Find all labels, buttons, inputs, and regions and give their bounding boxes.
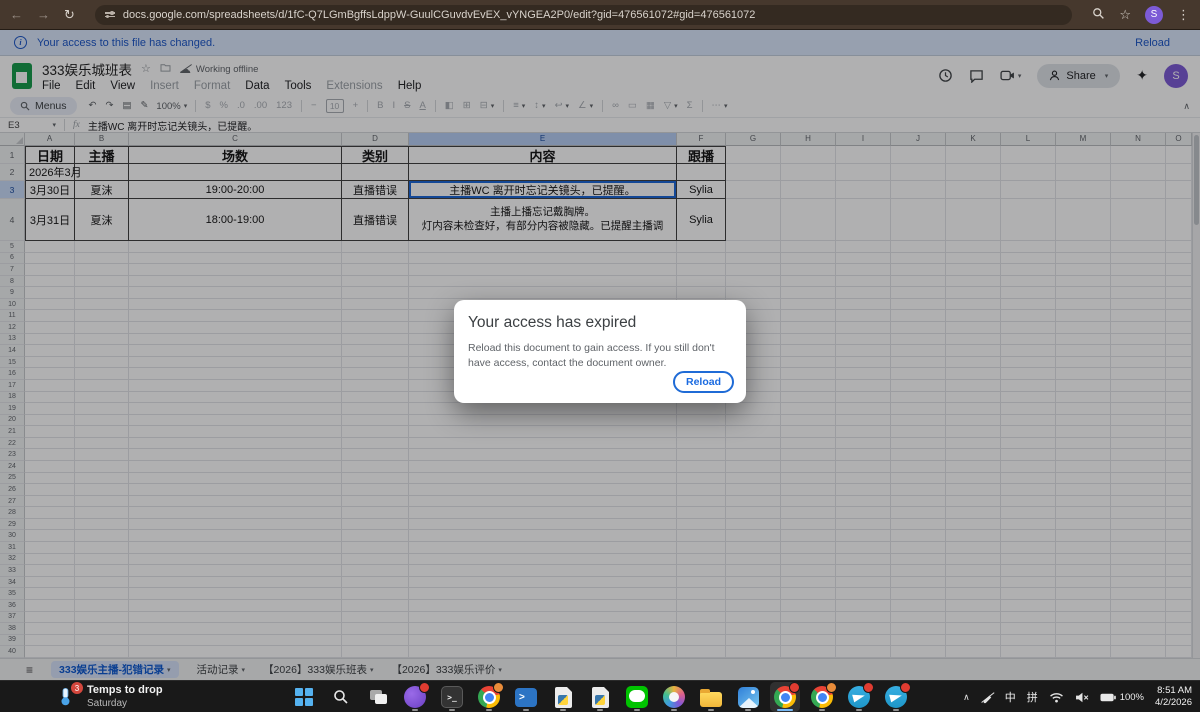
search-icon[interactable] [326,682,356,712]
weather-alert-badge: 3 [71,682,83,694]
telegram-icon[interactable] [844,682,874,712]
notification-badge [419,682,430,693]
chrome-icon[interactable] [474,682,504,712]
chrome-icon[interactable] [807,682,837,712]
battery-icon [1100,693,1116,702]
tray-chevron-icon[interactable]: ∧ [963,692,970,703]
clock-time: 8:51 AM [1155,685,1192,697]
notification-badge [900,682,911,693]
telegram-icon[interactable] [881,682,911,712]
line-icon[interactable] [622,682,652,712]
python-file-icon[interactable] [585,682,615,712]
notification-badge [826,682,837,693]
browser-menu-icon[interactable]: ⋮ [1177,8,1190,21]
ime-language-icon[interactable]: 中 [1005,689,1016,705]
url-text: docs.google.com/spreadsheets/d/1fC-Q7LGm… [123,9,756,21]
reload-icon[interactable]: ↻ [64,8,75,21]
sheets-page: i Your access to this file has changed. … [0,30,1200,680]
file-explorer-icon[interactable] [696,682,726,712]
pen-disabled-icon[interactable] [981,691,994,704]
system-tray: ∧ 中 拼 100% 8:51 AM 4/2/2026 [963,681,1192,713]
weather-widget[interactable]: 3 Temps to drop Saturday [55,684,163,710]
search-tabs-icon[interactable] [1092,7,1105,22]
volume-muted-icon[interactable] [1075,692,1089,703]
copilot-icon[interactable] [659,682,689,712]
taskbar-apps: >_ > [289,682,911,712]
browser-profile-avatar[interactable]: S [1145,6,1163,24]
clock-date: 4/2/2026 [1155,697,1192,709]
notification-badge [863,682,874,693]
browser-titlebar: ← → ↻ docs.google.com/spreadsheets/d/1fC… [0,0,1200,30]
chrome-icon[interactable] [770,682,800,712]
site-info-icon[interactable] [105,12,115,17]
access-expired-dialog: Your access has expired Reload this docu… [454,300,746,403]
address-bar[interactable]: docs.google.com/spreadsheets/d/1fC-Q7LGm… [95,5,1072,25]
forward-icon[interactable]: → [37,8,50,21]
task-view-icon[interactable] [363,682,393,712]
wifi-icon[interactable] [1049,692,1064,703]
back-icon[interactable]: ← [10,8,23,21]
start-icon[interactable] [289,682,319,712]
windows-taskbar: 3 Temps to drop Saturday >_ > ∧ 中 拼 100% … [0,680,1200,712]
notification-badge [789,682,800,693]
dialog-reload-button[interactable]: Reload [673,371,734,393]
dialog-title: Your access has expired [468,314,732,332]
ime-pinyin-icon[interactable]: 拼 [1027,689,1038,705]
terminal-icon[interactable]: >_ [437,682,467,712]
weather-headline: Temps to drop [87,684,163,698]
dialog-body: Reload this document to gain access. If … [468,341,732,371]
taskbar-clock[interactable]: 8:51 AM 4/2/2026 [1155,685,1192,709]
bookmark-star-icon[interactable]: ☆ [1119,8,1131,21]
powershell-icon[interactable]: > [511,682,541,712]
photos-icon[interactable] [733,682,763,712]
python-file-icon[interactable] [548,682,578,712]
battery-indicator[interactable]: 100% [1100,692,1144,703]
app-purple-icon[interactable] [400,682,430,712]
notification-badge [493,682,504,693]
weather-subline: Saturday [87,698,163,711]
